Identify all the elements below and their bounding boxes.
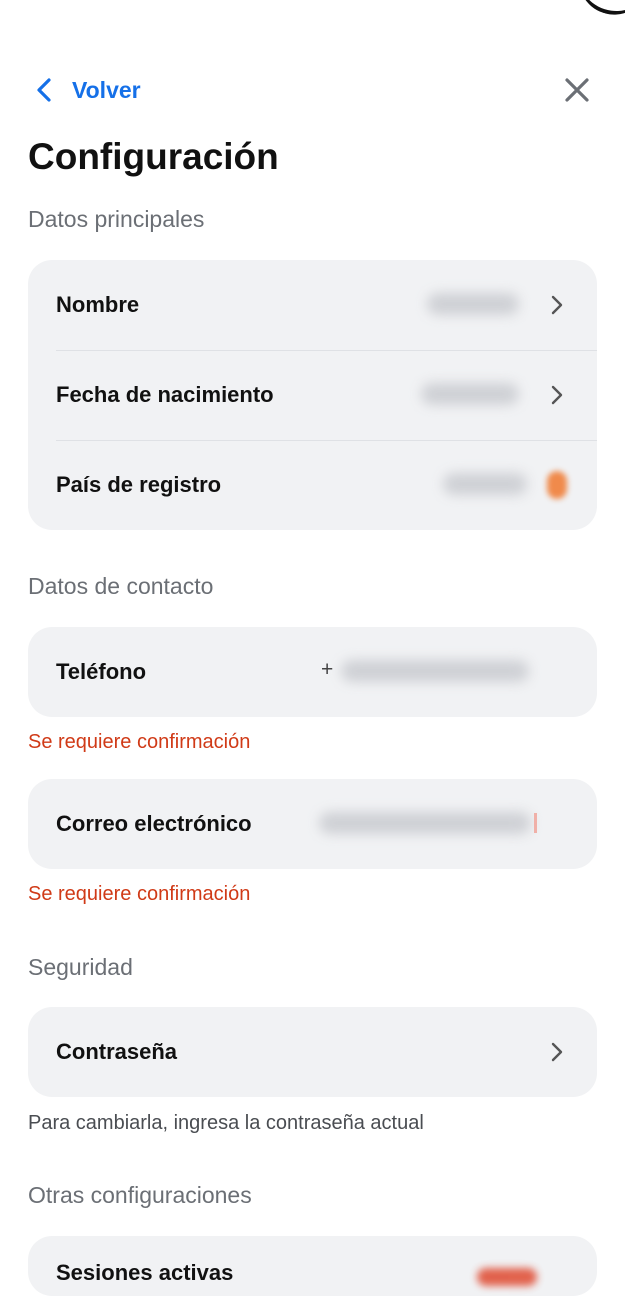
page-title: Configuración bbox=[28, 136, 279, 177]
chevron-right-icon bbox=[551, 385, 563, 405]
row-birthdate-label: Fecha de nacimiento bbox=[56, 382, 274, 407]
phone-card: Teléfono + bbox=[28, 627, 597, 717]
row-sessions-label: Sesiones activas bbox=[56, 1260, 234, 1285]
email-confirmation-error: Se requiere confirmación bbox=[28, 883, 251, 905]
row-name[interactable]: Nombre bbox=[28, 260, 597, 350]
sessions-card: Sesiones activas bbox=[28, 1236, 597, 1296]
birthdate-value-blurred bbox=[421, 383, 519, 405]
close-button[interactable] bbox=[563, 76, 591, 104]
close-icon bbox=[565, 78, 589, 102]
country-value-blurred bbox=[443, 473, 527, 495]
row-name-label: Nombre bbox=[56, 292, 140, 317]
password-card: Contraseña bbox=[28, 1007, 597, 1097]
phone-prefix: + bbox=[321, 658, 334, 681]
row-birthdate[interactable]: Fecha de nacimiento bbox=[28, 350, 597, 440]
section-label-other: Otras configuraciones bbox=[28, 1182, 252, 1208]
phone-confirmation-error: Se requiere confirmación bbox=[28, 731, 251, 753]
chevron-right-icon bbox=[551, 295, 563, 315]
corner-decoration bbox=[569, 0, 625, 24]
back-button[interactable]: Volver bbox=[36, 68, 141, 112]
row-email[interactable]: Correo electrónico bbox=[28, 779, 597, 869]
row-country-label: País de registro bbox=[56, 472, 222, 497]
top-bar: Volver bbox=[0, 68, 625, 112]
row-phone[interactable]: Teléfono + bbox=[28, 627, 597, 717]
email-value-blurred bbox=[319, 812, 531, 834]
row-phone-label: Teléfono bbox=[56, 659, 147, 684]
chevron-right-icon bbox=[551, 1042, 563, 1062]
password-hint: Para cambiarla, ingresa la contraseña ac… bbox=[28, 1112, 424, 1134]
name-value-blurred bbox=[427, 293, 519, 315]
row-password[interactable]: Contraseña bbox=[28, 1007, 597, 1097]
sessions-value-blurred bbox=[477, 1268, 537, 1286]
flag-icon bbox=[547, 471, 567, 499]
chevron-left-icon bbox=[37, 78, 51, 102]
phone-value-blurred bbox=[341, 660, 529, 682]
section-label-contact: Datos de contacto bbox=[28, 573, 214, 599]
section-label-principal: Datos principales bbox=[28, 206, 205, 232]
row-password-label: Contraseña bbox=[56, 1039, 178, 1064]
email-status-mark bbox=[534, 813, 537, 833]
back-label: Volver bbox=[72, 76, 141, 103]
email-card: Correo electrónico bbox=[28, 779, 597, 869]
row-sessions[interactable]: Sesiones activas bbox=[28, 1236, 597, 1296]
row-email-label: Correo electrónico bbox=[56, 811, 252, 836]
row-country: País de registro bbox=[28, 440, 597, 530]
principal-card: Nombre Fecha de nacimiento País de regis… bbox=[28, 260, 597, 530]
section-label-security: Seguridad bbox=[28, 954, 133, 980]
